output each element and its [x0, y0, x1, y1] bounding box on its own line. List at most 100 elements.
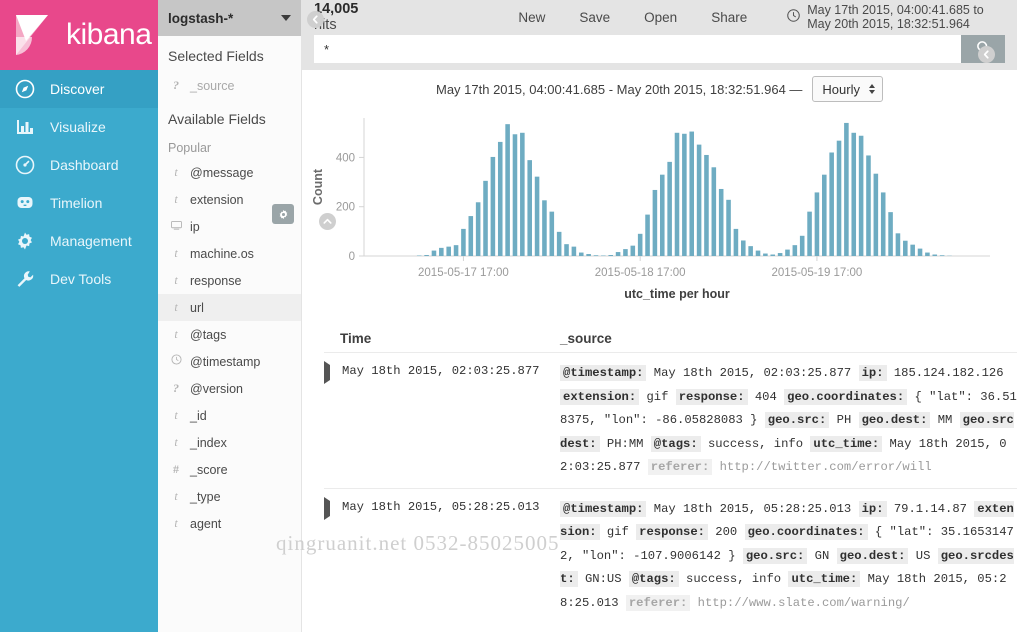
- column-header-time[interactable]: Time: [324, 331, 560, 346]
- interval-select[interactable]: Hourly: [812, 76, 883, 102]
- column-header-source[interactable]: _source: [560, 331, 612, 346]
- share-button[interactable]: Share: [711, 10, 747, 25]
- source-field-key: geo.coordinates:: [784, 389, 907, 405]
- available-fields-header: Available Fields: [158, 99, 301, 135]
- row-source: @timestamp: May 18th 2015, 05:28:25.013 …: [560, 498, 1017, 616]
- table-row[interactable]: May 18th 2015, 05:28:25.013 @timestamp: …: [324, 489, 1017, 625]
- new-button[interactable]: New: [518, 10, 545, 25]
- field-type-icon: t: [170, 192, 182, 207]
- source-field-value: http://twitter.com/error/will: [712, 460, 931, 474]
- bottom-fade: [302, 618, 1017, 632]
- source-field-key: geo.dest:: [837, 548, 909, 564]
- field-name: _index: [190, 436, 227, 450]
- sidebar-item-discover[interactable]: Discover: [0, 70, 158, 108]
- field-item-source[interactable]: ? _source: [158, 72, 301, 99]
- compass-icon: [14, 78, 36, 100]
- source-field-value: 79.1.14.87: [887, 502, 975, 516]
- top-bar: 14,005 hits New Save Open Share May 17th…: [302, 0, 1017, 70]
- sidebar-item-dashboard[interactable]: Dashboard: [0, 146, 158, 184]
- field-type-icon: t: [170, 165, 182, 180]
- sidebar-item-dev-tools[interactable]: Dev Tools: [0, 260, 158, 298]
- sidebar-item-label: Visualize: [50, 119, 106, 135]
- kibana-app: kibana Discover Visualize Dashboard Time…: [0, 0, 1017, 632]
- source-field-key: referer:: [648, 459, 713, 475]
- field-item-index[interactable]: t _index: [158, 429, 301, 456]
- collapse-chart-right-button[interactable]: [978, 46, 995, 63]
- field-name: @timestamp: [190, 355, 260, 369]
- save-button[interactable]: Save: [579, 10, 610, 25]
- chevron-down-icon: [281, 15, 291, 21]
- sidebar-item-management[interactable]: Management: [0, 222, 158, 260]
- source-field-key: ip:: [859, 501, 887, 517]
- field-name: @tags: [190, 328, 226, 342]
- field-item-message[interactable]: t @message: [158, 159, 301, 186]
- row-time: May 18th 2015, 05:28:25.013: [342, 498, 560, 516]
- field-item-version[interactable]: ? @version: [158, 375, 301, 402]
- field-item-response[interactable]: t response: [158, 267, 301, 294]
- ip-field-type-icon: [170, 219, 182, 234]
- field-item-tags[interactable]: t @tags: [158, 321, 301, 348]
- search-input[interactable]: [314, 35, 961, 63]
- svg-text:200: 200: [336, 202, 355, 214]
- dashboard-icon: [14, 154, 36, 176]
- source-field-value: PH: [829, 413, 858, 427]
- field-type-icon: t: [170, 516, 182, 531]
- source-field-value: GN: [807, 549, 836, 563]
- field-sidebar: logstash-* Selected Fields ? _source Ava…: [158, 0, 302, 632]
- field-item-type[interactable]: t _type: [158, 483, 301, 510]
- main-panel: 14,005 hits New Save Open Share May 17th…: [302, 0, 1017, 632]
- collapse-sidebar-button[interactable]: [307, 11, 324, 28]
- kibana-logo: [12, 13, 56, 57]
- sidebar-item-label: Dev Tools: [50, 271, 111, 287]
- field-type-icon: t: [170, 246, 182, 261]
- source-field-key: @tags:: [629, 571, 679, 587]
- source-field-value: 200: [708, 525, 745, 539]
- time-picker-button[interactable]: May 17th 2015, 04:00:41.685 to May 20th …: [787, 3, 1005, 31]
- popular-fields-header: Popular: [158, 135, 301, 159]
- sidebar-item-label: Management: [50, 233, 132, 249]
- sidebar-item-label: Discover: [50, 81, 104, 97]
- source-field-key: ip:: [859, 365, 887, 381]
- sidebar-item-label: Timelion: [50, 195, 102, 211]
- documents-table: Time _source May 18th 2015, 02:03:25.877…: [302, 325, 1017, 632]
- bar-chart-icon: [14, 116, 36, 138]
- field-item-agent[interactable]: t agent: [158, 510, 301, 537]
- timelion-icon: [14, 192, 36, 214]
- svg-text:400: 400: [336, 152, 355, 164]
- source-field-value: MM: [930, 413, 959, 427]
- source-field-value: success, info: [679, 572, 789, 586]
- field-item-id[interactable]: t _id: [158, 402, 301, 429]
- source-field-key: geo.src:: [743, 548, 808, 564]
- field-item-url[interactable]: t url: [158, 294, 301, 321]
- svg-text:utc_time per hour: utc_time per hour: [624, 287, 730, 301]
- source-field-key: @timestamp:: [560, 501, 646, 517]
- field-item-score[interactable]: # _score: [158, 456, 301, 483]
- sidebar-item-visualize[interactable]: Visualize: [0, 108, 158, 146]
- row-time: May 18th 2015, 02:03:25.877: [342, 362, 560, 380]
- interval-value: Hourly: [822, 82, 860, 97]
- sidebar-item-timelion[interactable]: Timelion: [0, 184, 158, 222]
- svg-text:2015-05-18 17:00: 2015-05-18 17:00: [595, 267, 686, 279]
- gear-icon: [14, 230, 36, 252]
- field-item-timestamp[interactable]: @timestamp: [158, 348, 301, 375]
- expand-row-icon[interactable]: [324, 498, 342, 516]
- source-field-key: geo.dest:: [859, 412, 931, 428]
- source-field-key: @tags:: [651, 436, 701, 452]
- chevron-left-circle-icon: [311, 12, 320, 27]
- source-field-value: 404: [748, 390, 785, 404]
- source-field-value: May 18th 2015, 05:28:25.013: [646, 502, 858, 516]
- field-item-machine-os[interactable]: t machine.os: [158, 240, 301, 267]
- field-settings-gear-icon[interactable]: [272, 204, 294, 224]
- source-field-key: referer:: [626, 595, 691, 611]
- field-name: extension: [190, 193, 244, 207]
- top-bar-row: 14,005 hits New Save Open Share May 17th…: [314, 0, 1005, 34]
- table-row[interactable]: May 18th 2015, 02:03:25.877 @timestamp: …: [324, 353, 1017, 489]
- wrench-icon: [14, 268, 36, 290]
- field-name: response: [190, 274, 241, 288]
- source-field-value: http://www.slate.com/warning/: [690, 596, 909, 610]
- histogram-chart[interactable]: 0200400Count2015-05-17 17:002015-05-18 1…: [302, 108, 1017, 323]
- index-pattern-selector[interactable]: logstash-*: [158, 0, 301, 36]
- open-button[interactable]: Open: [644, 10, 677, 25]
- expand-row-icon[interactable]: [324, 362, 342, 380]
- source-field-value: PH:MM: [600, 437, 651, 451]
